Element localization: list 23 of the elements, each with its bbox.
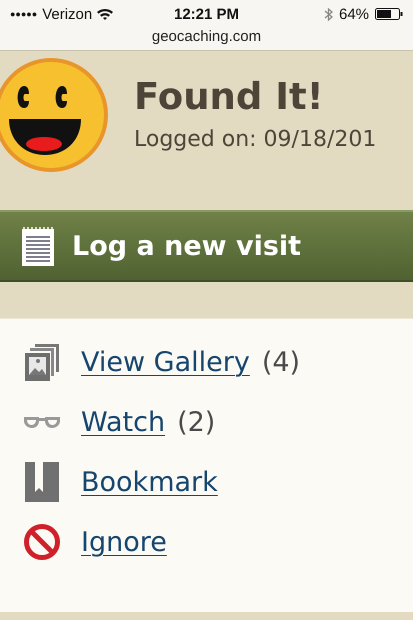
gallery-icon (23, 342, 61, 382)
notepad-icon (22, 226, 54, 266)
carrier-name: Verizon (42, 6, 92, 22)
item-count: (4) (262, 346, 300, 378)
bookmark-icon (24, 462, 60, 502)
signal-dots: ●●●●● (10, 9, 38, 19)
action-link[interactable]: Bookmark (81, 466, 218, 498)
battery-percent: 64% (338, 6, 370, 22)
no-entry-icon (23, 523, 61, 561)
action-link[interactable]: Ignore (81, 526, 167, 558)
glasses-icon (23, 415, 61, 429)
log-visit-button[interactable]: Log a new visit (0, 210, 413, 282)
address-url[interactable]: geocaching.com (152, 28, 262, 45)
logged-date: Logged on: 09/18/201 (134, 127, 376, 152)
smiley-icon (0, 56, 108, 174)
bluetooth-icon (324, 6, 333, 22)
wifi-icon (97, 8, 114, 20)
clock-time: 12:21 PM (174, 6, 240, 22)
action-link[interactable]: View Gallery (81, 346, 250, 378)
action-link[interactable]: Watch (81, 406, 166, 438)
item-count: (2) (177, 406, 216, 438)
log-type-title: Found It! (134, 74, 325, 120)
battery-icon (375, 8, 404, 20)
